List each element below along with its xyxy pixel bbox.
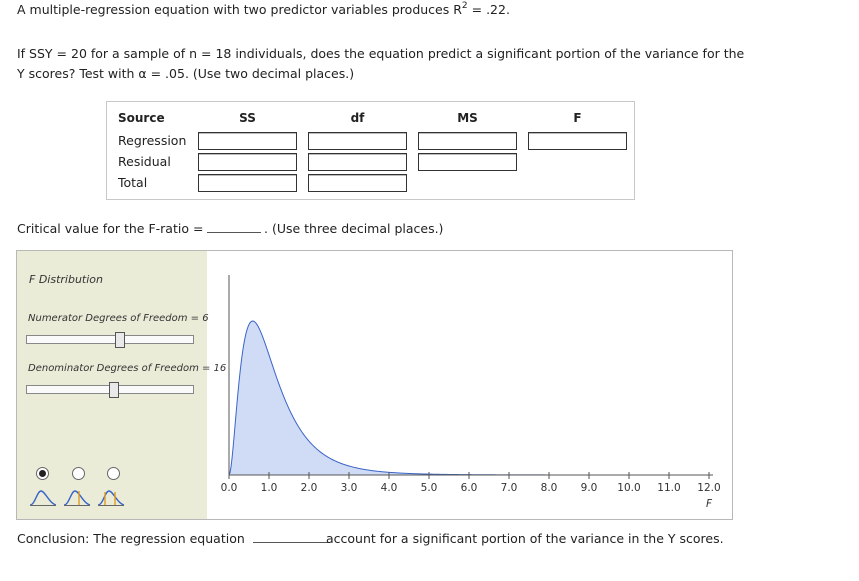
header-f: F <box>573 111 582 125</box>
x-tick-label: 1.0 <box>261 482 278 494</box>
denominator-df-slider[interactable] <box>26 382 194 398</box>
intro-suffix: = .22. <box>467 2 510 17</box>
conclusion-prefix: Conclusion: The regression equation <box>17 531 245 546</box>
critical-label: Critical value for the F-ratio = <box>17 221 204 236</box>
problem-question: If SSY = 20 for a sample of n = 18 indiv… <box>17 44 745 84</box>
x-tick-label: 6.0 <box>461 482 478 494</box>
conclusion-line: Conclusion: The regression equation <box>17 531 333 546</box>
intro-superscript: 2 <box>461 1 468 11</box>
total-ss-input[interactable] <box>198 174 297 192</box>
x-tick-label: 5.0 <box>421 482 438 494</box>
row-label-regression: Regression <box>118 133 187 148</box>
x-tick-label: 11.0 <box>657 482 680 494</box>
x-tick-label: 12.0 <box>697 482 720 494</box>
two-tail-curve-icon <box>63 490 91 506</box>
central-curve-icon <box>97 490 125 506</box>
anova-table: Source SS df MS F Regression Residual To… <box>106 101 635 200</box>
critical-value-line: Critical value for the F-ratio = <box>17 221 265 236</box>
applet-controls-panel: F Distribution Numerator Degrees of Free… <box>17 251 226 519</box>
x-tick-label: 10.0 <box>617 482 640 494</box>
radio-central[interactable] <box>107 467 120 480</box>
conclusion-dropdown[interactable] <box>252 531 329 543</box>
regression-ms-input[interactable] <box>418 132 517 150</box>
x-tick-label: 4.0 <box>381 482 398 494</box>
regression-f-input[interactable] <box>528 132 627 150</box>
x-axis-label: F <box>706 498 713 510</box>
intro-prefix: A multiple-regression equation with two … <box>17 2 462 17</box>
applet-title: F Distribution <box>29 273 103 286</box>
residual-df-input[interactable] <box>308 153 407 171</box>
x-tick-label: 8.0 <box>541 482 558 494</box>
header-source: Source <box>118 111 165 125</box>
numerator-df-slider-thumb[interactable] <box>115 332 125 348</box>
regression-df-input[interactable] <box>308 132 407 150</box>
x-tick-label: 7.0 <box>501 482 518 494</box>
f-distribution-plot: 0.0 1.0 2.0 3.0 4.0 5.0 6.0 7.0 8.0 9.0 10.0 11.0 12… <box>221 275 721 510</box>
f-distribution-applet: F Distribution Numerator Degrees of Free… <box>16 250 733 520</box>
row-label-residual: Residual <box>118 154 171 169</box>
density-area <box>229 321 709 475</box>
question-line-2: Y scores? Test with α = .05. (Use two de… <box>17 66 355 81</box>
header-df: df <box>350 111 365 125</box>
conclusion-suffix: account for a significant portion of the… <box>326 531 724 546</box>
critical-value-input[interactable] <box>207 221 262 233</box>
numerator-df-label: Numerator Degrees of Freedom = 6 <box>28 313 209 324</box>
total-df-input[interactable] <box>308 174 407 192</box>
right-tail-curve-icon <box>29 490 57 506</box>
denominator-df-slider-thumb[interactable] <box>109 382 119 398</box>
regression-ss-input[interactable] <box>198 132 297 150</box>
denominator-df-label: Denominator Degrees of Freedom = 16 <box>28 363 227 374</box>
question-line-1: If SSY = 20 for a sample of n = 18 indiv… <box>17 46 745 61</box>
radio-right-tail[interactable] <box>36 467 49 480</box>
x-tick-label: 2.0 <box>301 482 318 494</box>
row-label-total: Total <box>118 175 148 190</box>
x-tick-label: 9.0 <box>581 482 598 494</box>
critical-hint: . (Use three decimal places.) <box>264 221 444 236</box>
header-ss: SS <box>239 111 256 125</box>
radio-two-tail[interactable] <box>72 467 85 480</box>
x-tick-label: 0.0 <box>221 482 238 494</box>
numerator-df-slider[interactable] <box>26 332 194 348</box>
residual-ms-input[interactable] <box>418 153 517 171</box>
header-ms: MS <box>457 111 478 125</box>
residual-ss-input[interactable] <box>198 153 297 171</box>
problem-intro: A multiple-regression equation with two … <box>17 1 510 17</box>
x-tick-label: 3.0 <box>341 482 358 494</box>
